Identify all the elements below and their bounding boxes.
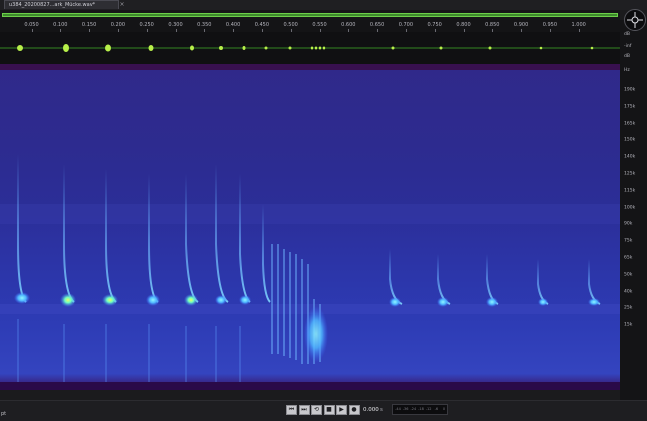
time-tick-label: 0.250 [139,22,154,28]
meter-tick-label: -18 [418,407,424,411]
time-ruler[interactable]: 0.050 0.100 0.150 0.200 0.250 0.300 0.350 0.400… [0,20,620,32]
frequency-tick-label: 50k [624,272,633,278]
frequency-tick-label: 140k [624,154,636,160]
meter-tick-label: -24 [410,407,417,411]
frequency-tick-label: 15k [624,322,633,328]
frequency-tick-label: 165k [624,121,636,127]
frequency-tick-label: 90k [624,221,633,227]
meter-tick-label: -12 [425,407,432,411]
time-readout: 0.000 [363,407,379,413]
frequency-tick-label: 75k [624,238,633,244]
time-tick-label: 0.850 [485,22,500,28]
time-tick-label: 0.450 [254,22,270,28]
time-tick-label: 0.300 [168,22,183,28]
zoom-navigator-icon[interactable] [624,9,646,31]
frequency-tick-label: 100k [624,205,636,211]
frequency-tick-label: 115k [624,188,636,194]
play-button[interactable]: ▶ [336,405,347,415]
time-tick-label: 0.500 [283,22,298,28]
time-tick-label: 0.950 [542,22,558,28]
time-tick-label: 0.600 [341,22,356,28]
status-text: pt [1,411,7,417]
time-unit: s [380,407,383,413]
time-tick-label: 0.550 [312,22,327,28]
time-tick-label: 0.350 [197,22,212,28]
horizontal-scrollbar[interactable] [0,390,620,400]
level-meter: -44 -36 -24 -18 -12 -6 0 [392,404,448,415]
file-tab[interactable]: u384_20200827...ark_Mücke.wav* [4,0,119,9]
frequency-axis: dB -inf dB Hz 190k 175k 165k 150k 140k 125k 11… [620,20,647,400]
frequency-tick-label: 65k [624,255,633,261]
time-tick-label: 0.100 [53,22,68,28]
time-tick-label: 0.650 [369,22,385,28]
stop-button[interactable]: ■ [323,405,335,415]
time-tick-label: 0.150 [81,22,97,28]
overview-selection[interactable] [2,13,618,17]
spectrogram-image [0,64,620,390]
frequency-unit-label: Hz [624,68,630,73]
go-to-start-button[interactable]: ⏮ [286,405,297,415]
time-tick-label: 0.750 [427,22,442,28]
time-tick-label: 0.800 [456,22,471,28]
transport-bar: 0.000 s -44 -36 -24 -18 -12 -6 0 ⏮ ⏭ ⟲ ■ ▶ ● [0,400,647,421]
time-tick-label: 0.900 [513,22,529,28]
waveform-graph [0,44,620,52]
record-button[interactable]: ● [348,405,360,415]
frequency-tick-label: 150k [624,137,636,143]
crosshair-icon [627,12,643,28]
time-tick-label: 0.400 [225,22,241,28]
waveform-view[interactable] [0,32,620,65]
tab-close-icon[interactable]: × [118,1,126,9]
time-tick-label: 0.200 [110,22,126,28]
time-tick-label: 0.050 [24,22,39,28]
meter-tick-label: 0 [442,407,446,411]
meter-tick-label: -6 [434,407,439,411]
meter-tick-label: -44 [395,407,401,411]
frequency-tick-label: 190k [624,87,636,93]
time-tick-label: 1.000 [571,22,586,28]
db-mid-label: -inf [624,44,632,49]
frequency-tick-label: 40k [624,289,633,295]
db-bottom-label: dB [624,54,630,59]
frequency-tick-label: 25k [624,305,633,311]
tab-bar: u384_20200827...ark_Mücke.wav* × [0,0,647,10]
frequency-tick-label: 125k [624,171,636,177]
time-tick-label: 0.700 [398,22,414,28]
db-top-label: dB [624,32,630,37]
spectrogram-view[interactable] [0,64,620,390]
go-to-end-button[interactable]: ⏭ [298,405,310,415]
meter-tick-label: -36 [402,407,409,411]
loop-button[interactable]: ⟲ [311,405,322,415]
frequency-tick-label: 175k [624,104,636,110]
